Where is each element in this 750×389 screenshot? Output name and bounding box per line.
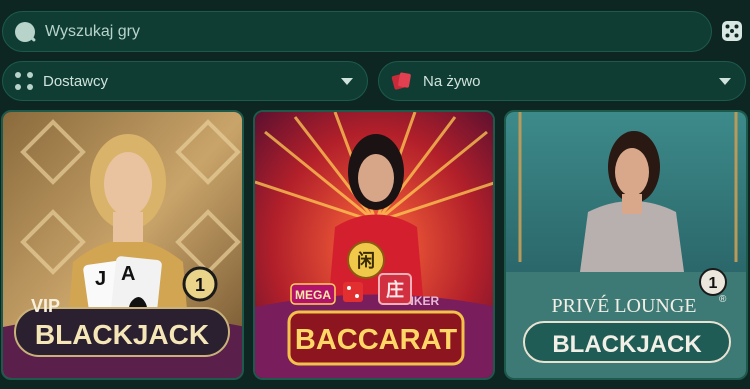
chip-player: 闲 bbox=[357, 250, 375, 271]
random-game-dice-icon[interactable] bbox=[721, 20, 743, 42]
search-icon bbox=[15, 21, 35, 42]
card-j: J bbox=[95, 268, 106, 290]
providers-label: Dostawcy bbox=[43, 72, 109, 90]
game-card-vip-blackjack[interactable]: J A 1 VIP BLACKJACK bbox=[1, 110, 244, 380]
search-bar[interactable] bbox=[2, 11, 712, 52]
logo-main: BLACKJACK bbox=[552, 331, 702, 358]
logo-top: MEGA bbox=[295, 288, 331, 302]
game-badge: 1 bbox=[699, 268, 727, 296]
game-thumbnail: J A 1 VIP BLACKJACK bbox=[3, 112, 242, 378]
logo-top: PRIVÉ LOUNGE bbox=[552, 294, 697, 317]
badge-number: 1 bbox=[709, 275, 718, 292]
category-label: Na żywo bbox=[423, 72, 481, 90]
chevron-down-icon bbox=[719, 77, 731, 85]
providers-dropdown[interactable]: Dostawcy bbox=[2, 61, 368, 101]
card-a: A bbox=[121, 263, 135, 285]
game-thumbnail: R ANKER 闲 庄 MEGA BACCARAT bbox=[255, 112, 493, 378]
logo-top: VIP bbox=[31, 296, 60, 316]
game-card-prive-lounge-blackjack[interactable]: 1 PRIVÉ LOUNGE ® BLACKJACK bbox=[504, 110, 748, 380]
trademark: ® bbox=[719, 294, 727, 305]
game-card-mega-baccarat[interactable]: R ANKER 闲 庄 MEGA BACCARAT bbox=[253, 110, 495, 380]
badge-number: 1 bbox=[195, 275, 205, 295]
providers-icon bbox=[15, 72, 33, 90]
logo-main: BLACKJACK bbox=[35, 319, 209, 350]
category-dropdown[interactable]: Na żywo bbox=[378, 61, 746, 101]
logo-main: BACCARAT bbox=[295, 324, 457, 356]
game-badge: 1 bbox=[182, 266, 218, 302]
chip-banker: 庄 bbox=[386, 279, 404, 300]
live-casino-icon bbox=[391, 72, 411, 90]
game-thumbnail: 1 PRIVÉ LOUNGE ® BLACKJACK bbox=[506, 112, 746, 378]
search-input[interactable] bbox=[45, 22, 685, 41]
chevron-down-icon bbox=[341, 77, 353, 85]
